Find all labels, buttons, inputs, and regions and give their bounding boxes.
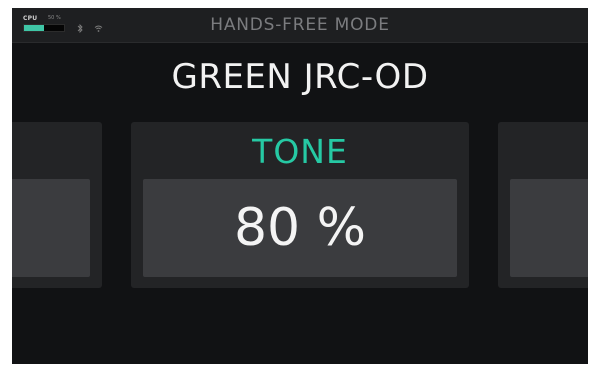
parameter-value-box[interactable]: 80 % — [143, 179, 457, 277]
mode-title: HANDS-FREE MODE — [210, 15, 390, 35]
parameter-card-tone[interactable]: TONE 80 % — [131, 122, 469, 288]
status-bar: CPU 50 % HANDS-FREE MODE — [12, 8, 588, 43]
preset-name: GREEN JRC-OD — [171, 57, 429, 97]
device-screen: CPU 50 % HANDS-FREE MODE GREEN JRC-OD TO… — [12, 8, 588, 364]
parameter-value-box-next — [510, 179, 588, 277]
parameter-label: TONE — [252, 132, 348, 171]
parameter-card-next[interactable] — [498, 122, 588, 288]
parameter-value: 80 % — [233, 198, 367, 258]
parameter-card-previous[interactable] — [12, 122, 102, 288]
parameter-value-box-previous — [12, 179, 90, 277]
